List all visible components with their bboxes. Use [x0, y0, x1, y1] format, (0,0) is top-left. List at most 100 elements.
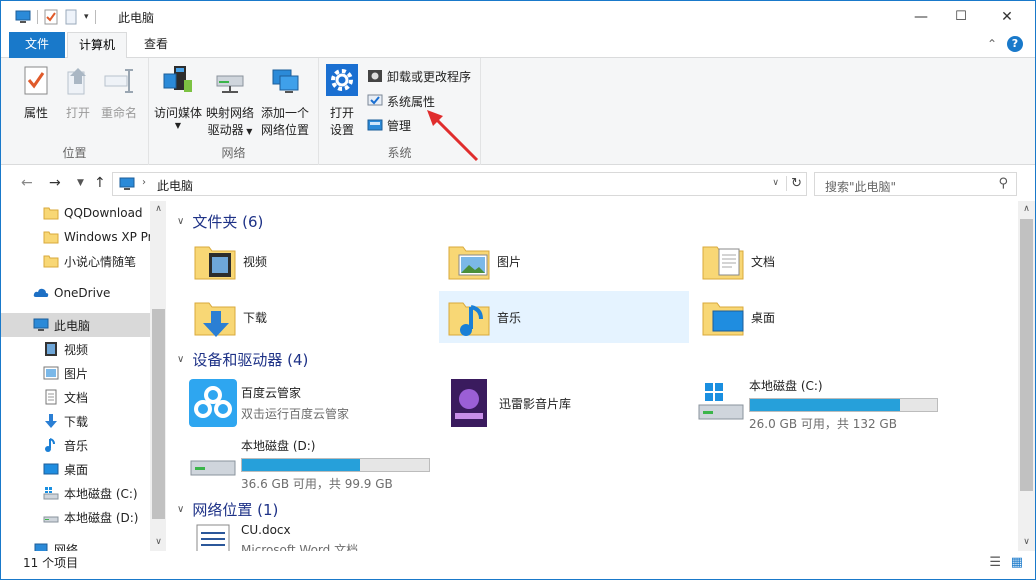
- scroll-down-icon[interactable]: ∨: [1018, 534, 1035, 551]
- qat-customize-icon[interactable]: ▾: [84, 12, 89, 22]
- folder-label: 图片: [497, 254, 522, 269]
- document-type: Microsoft Word 文档: [241, 543, 359, 551]
- network-item-cu-docx[interactable]: CU.docx Microsoft Word 文档: [189, 523, 449, 551]
- add-network-location-icon: [272, 69, 299, 93]
- refresh-icon[interactable]: ↻: [786, 176, 802, 191]
- scroll-thumb[interactable]: [152, 309, 165, 519]
- chevron-down-icon[interactable]: ∨: [177, 504, 184, 515]
- scroll-up-icon[interactable]: ∧: [150, 201, 166, 218]
- device-drive-d[interactable]: 本地磁盘 (D:) 36.6 GB 可用，共 99.9 GB: [189, 437, 489, 491]
- properties-button[interactable]: 属性: [19, 64, 53, 122]
- help-icon[interactable]: ?: [1007, 36, 1023, 52]
- rename-button[interactable]: 重命名: [99, 64, 139, 122]
- details-view-icon[interactable]: ☰: [989, 555, 1001, 570]
- device-subtitle: 双击运行百度云管家: [241, 407, 350, 421]
- folder-tile-documents[interactable]: 文档: [699, 235, 947, 287]
- section-devices[interactable]: ∨ 设备和驱动器 (4): [177, 348, 308, 370]
- nav-item-novel[interactable]: 小说心情随笔: [1, 249, 151, 273]
- section-folders[interactable]: ∨ 文件夹 (6): [177, 210, 263, 232]
- nav-label: 此电脑: [54, 318, 91, 333]
- folder-tile-music[interactable]: 音乐: [439, 291, 689, 343]
- nav-label: 文档: [64, 390, 89, 405]
- rename-label: 重命名: [100, 106, 137, 120]
- nav-label: 小说心情随笔: [64, 254, 137, 269]
- new-folder-icon[interactable]: [64, 9, 78, 25]
- back-arrow-icon[interactable]: ←: [21, 175, 33, 191]
- access-media-label: 访问媒体: [153, 106, 202, 120]
- up-arrow-icon[interactable]: ↑: [94, 175, 106, 191]
- nav-item-drive-c[interactable]: 本地磁盘 (C:): [1, 481, 151, 505]
- nav-item-qqdownload[interactable]: QQDownload: [1, 201, 151, 225]
- forward-arrow-icon[interactable]: →: [49, 175, 61, 191]
- scroll-thumb[interactable]: [1020, 219, 1033, 491]
- drive-icon: [43, 516, 59, 523]
- manage-button[interactable]: 管理: [367, 115, 411, 135]
- folder-tile-pictures[interactable]: 图片: [445, 235, 693, 287]
- address-bar[interactable]: › 此电脑 ∨ ↻: [112, 172, 807, 196]
- close-button[interactable]: ✕: [984, 1, 1030, 32]
- properties-check-icon[interactable]: [44, 9, 58, 25]
- nav-item-videos[interactable]: 视频: [1, 337, 151, 361]
- video-icon: [45, 342, 57, 356]
- section-title: 文件夹 (6): [192, 212, 264, 231]
- search-icon[interactable]: ⚲: [998, 176, 1008, 191]
- scroll-up-icon[interactable]: ∧: [1018, 201, 1035, 218]
- status-bar: 11 个项目 ☰ ▦: [1, 551, 1035, 579]
- open-settings-label-1: 打开: [329, 106, 354, 120]
- device-baidu-cloud[interactable]: 百度云管家 双击运行百度云管家: [189, 377, 439, 429]
- network-drive-icon: [216, 75, 244, 93]
- device-drive-c[interactable]: 本地磁盘 (C:) 26.0 GB 可用，共 132 GB: [697, 377, 997, 431]
- nav-item-network[interactable]: 网络: [1, 537, 151, 551]
- maximize-button[interactable]: ☐: [938, 1, 984, 32]
- nav-item-drive-d[interactable]: 本地磁盘 (D:): [1, 505, 151, 529]
- content-scrollbar[interactable]: ∧ ∨: [1018, 201, 1035, 551]
- add-network-location-button[interactable]: 添加一个 网络位置: [257, 64, 313, 139]
- nav-label: 图片: [64, 366, 89, 381]
- folder-tile-desktop[interactable]: 桌面: [699, 291, 947, 343]
- breadcrumb-chevron-icon[interactable]: ›: [142, 177, 146, 188]
- computer-icon: [119, 177, 135, 190]
- nav-item-desktop[interactable]: 桌面: [1, 457, 151, 481]
- scroll-down-icon[interactable]: ∨: [150, 534, 166, 551]
- open-button[interactable]: 打开: [61, 64, 95, 122]
- chevron-down-icon[interactable]: ∨: [177, 354, 184, 365]
- chevron-down-icon[interactable]: ∨: [177, 216, 184, 227]
- tab-computer[interactable]: 计算机: [67, 32, 127, 59]
- nav-label: Windows XP Pr: [64, 230, 151, 244]
- open-settings-button[interactable]: 打开 设置: [325, 64, 359, 139]
- nav-item-documents[interactable]: 文档: [1, 385, 151, 409]
- map-network-drive-button[interactable]: 映射网络 驱动器 ▼: [205, 64, 255, 140]
- nav-item-pictures[interactable]: 图片: [1, 361, 151, 385]
- ribbon-collapse-icon[interactable]: ⌃: [987, 37, 997, 51]
- uninstall-program-button[interactable]: 卸载或更改程序: [367, 66, 471, 86]
- media-icon: [163, 66, 192, 92]
- map-drive-label-2: 驱动器: [207, 123, 244, 137]
- device-xunlei-library[interactable]: 迅雷影音片库: [447, 377, 697, 429]
- nav-item-windows-xp[interactable]: Windows XP Pr: [1, 225, 151, 249]
- breadcrumb[interactable]: 此电脑: [157, 177, 193, 194]
- folder-tile-downloads[interactable]: 下载: [191, 291, 439, 343]
- cloud-icon: [33, 288, 49, 297]
- nav-label: QQDownload: [64, 206, 143, 220]
- nav-item-onedrive[interactable]: OneDrive: [1, 281, 151, 305]
- nav-item-downloads[interactable]: 下载: [1, 409, 151, 433]
- nav-item-music[interactable]: 音乐: [1, 433, 151, 457]
- title-bar: ▾ 此电脑 — ☐ ✕: [1, 1, 1035, 32]
- nav-item-this-pc[interactable]: 此电脑: [1, 313, 151, 337]
- annotation-arrow: [427, 110, 479, 162]
- nav-scrollbar[interactable]: ∧ ∨: [150, 201, 166, 551]
- recent-locations-icon[interactable]: ▼: [77, 178, 84, 188]
- large-icons-view-icon[interactable]: ▦: [1011, 555, 1023, 570]
- nav-label: 本地磁盘 (D:): [64, 510, 139, 525]
- tab-view[interactable]: 查看: [131, 32, 181, 58]
- address-dropdown-icon[interactable]: ∨: [772, 178, 779, 188]
- ribbon-tabs: 文件 计算机 查看 ⌃ ?: [1, 32, 1035, 59]
- drive-free-space: 36.6 GB 可用，共 99.9 GB: [241, 477, 393, 491]
- folder-tile-videos[interactable]: 视频: [191, 235, 439, 287]
- section-network-locations[interactable]: ∨ 网络位置 (1): [177, 498, 278, 520]
- search-input[interactable]: 搜索"此电脑" ⚲: [814, 172, 1017, 196]
- properties-label: 属性: [23, 106, 48, 120]
- access-media-button[interactable]: 访问媒体 ▼: [153, 64, 203, 130]
- uninstall-label: 卸载或更改程序: [387, 69, 472, 84]
- tab-file[interactable]: 文件: [9, 32, 65, 58]
